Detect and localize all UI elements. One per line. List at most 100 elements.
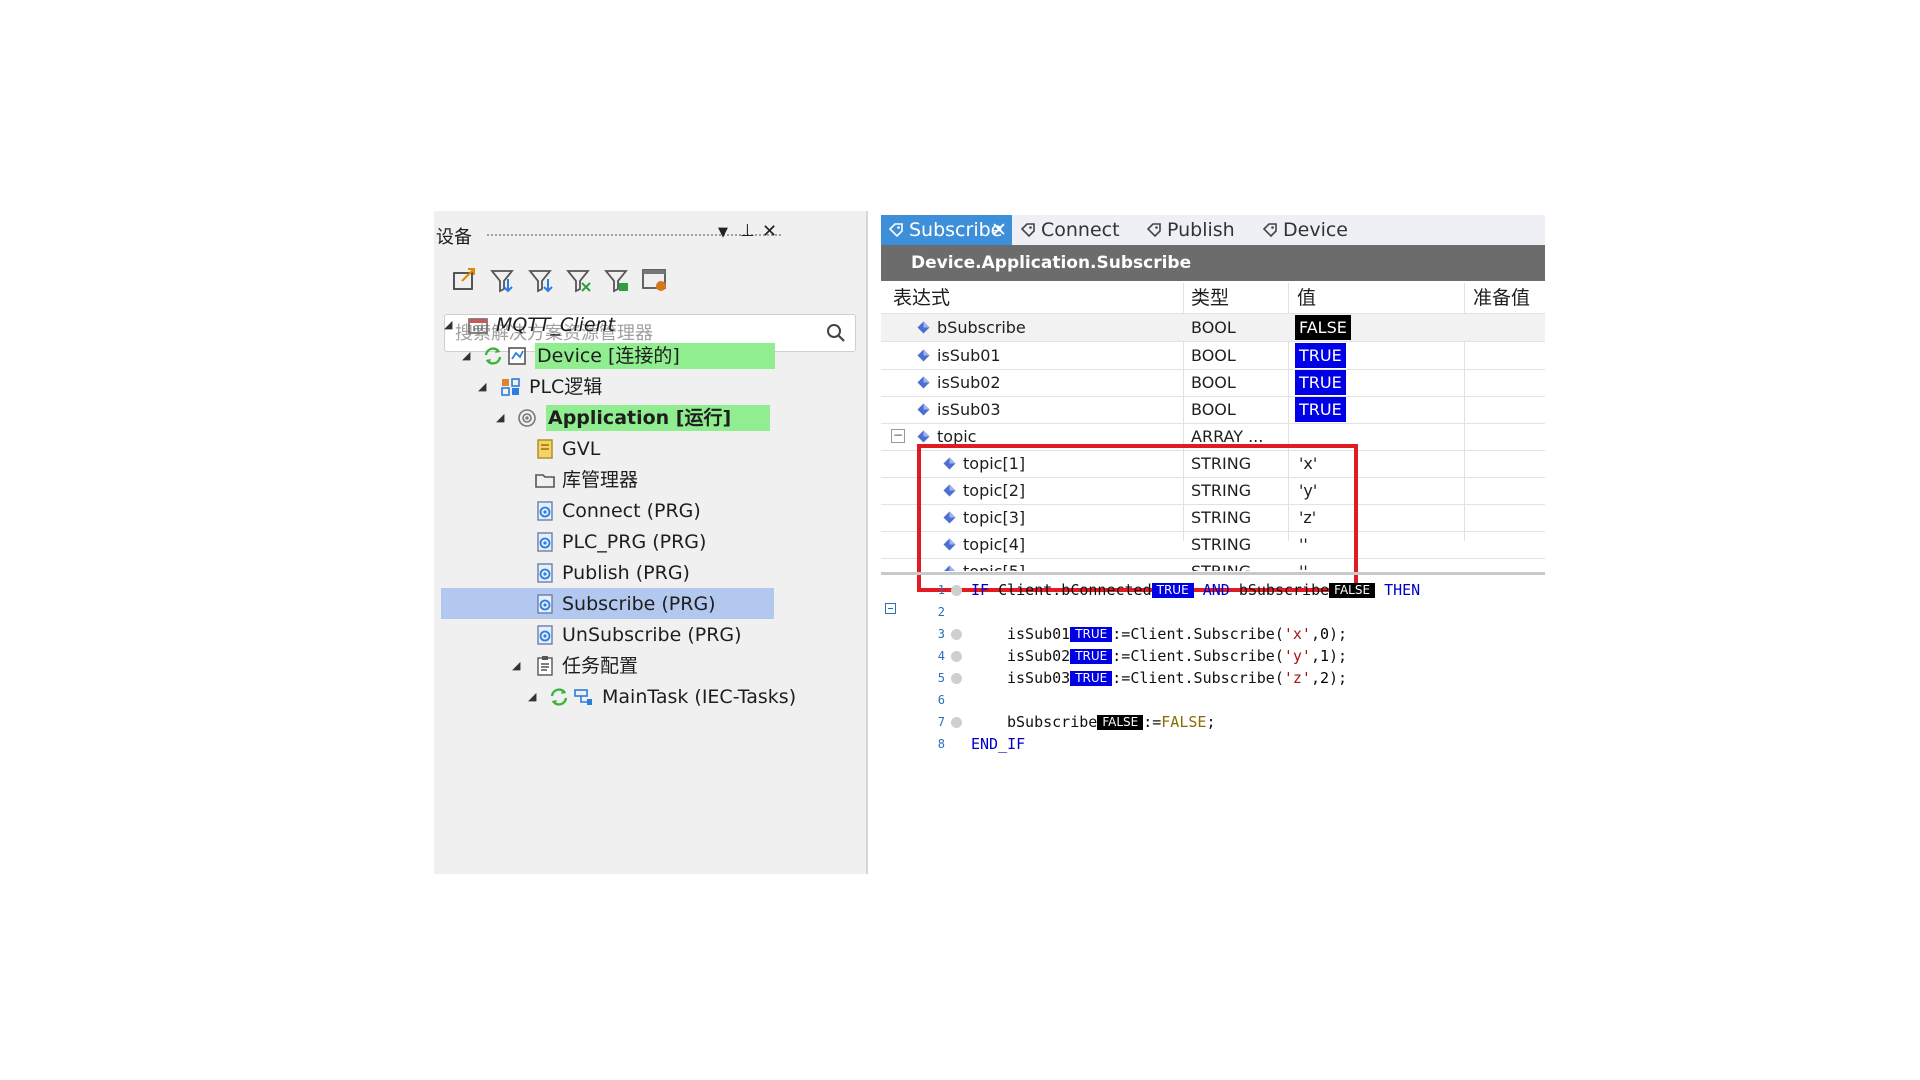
filter-clear-icon[interactable] xyxy=(562,263,596,297)
col-header-prepared[interactable]: 准备值 xyxy=(1473,283,1530,313)
code-line[interactable]: 3 isSub01 TRUE:=Client.Subscribe('x',0); xyxy=(881,623,1545,645)
variable-icon xyxy=(917,376,930,389)
expand-triangle-icon[interactable]: ◢ xyxy=(462,341,470,371)
watch-name: isSub01 xyxy=(937,346,1001,365)
expand-triangle-icon[interactable]: ◢ xyxy=(512,651,520,681)
code-line[interactable]: 2 xyxy=(881,601,1545,623)
code-line[interactable]: 5 isSub03 TRUE:=Client.Subscribe('z',2); xyxy=(881,667,1545,689)
watch-name: bSubscribe xyxy=(937,318,1026,337)
breakpoint-marker[interactable] xyxy=(951,651,962,662)
line-number: 2 xyxy=(937,605,945,619)
gvl-icon xyxy=(537,439,553,459)
filter-apply-icon[interactable] xyxy=(600,263,634,297)
code-line[interactable]: 6 xyxy=(881,689,1545,711)
variable-icon xyxy=(917,430,930,443)
program-icon xyxy=(537,532,553,552)
filter-sort-icon[interactable] xyxy=(486,263,520,297)
watch-row[interactable]: isSub02 BOOL TRUE xyxy=(881,369,1545,397)
code-number: 1 xyxy=(1319,647,1330,665)
watch-value-true: TRUE xyxy=(1295,343,1346,368)
breakpoint-marker[interactable] xyxy=(951,673,962,684)
line-number: 8 xyxy=(937,737,945,751)
device-settings-icon[interactable] xyxy=(638,263,672,297)
plc-logic-icon xyxy=(501,378,520,396)
devices-panel-title: 设备 xyxy=(436,227,472,248)
filter-down-icon[interactable] xyxy=(524,263,558,297)
code-string: 'x' xyxy=(1283,625,1311,643)
code-ident: bSubscribe xyxy=(1007,713,1098,731)
expand-triangle-icon[interactable]: ◢ xyxy=(528,682,536,712)
devices-panel: 设备 ▼ ⊥ ✕ 搜索解决方案资源管理器 ◢ MQTT_Client ◢ Dev… xyxy=(434,211,868,874)
tree-label-plc-logic: PLC逻辑 xyxy=(529,376,603,398)
expand-triangle-icon[interactable]: ◢ xyxy=(496,403,504,433)
pin-icon[interactable]: ⊥ xyxy=(740,221,755,241)
kw-then: THEN xyxy=(1384,581,1421,599)
code-punct: , xyxy=(1310,647,1320,665)
breakpoint-marker[interactable] xyxy=(951,629,962,640)
tab-subscribe[interactable]: Subscribe ✕ xyxy=(881,215,1012,245)
code-line[interactable]: 4 isSub02 TRUE:=Client.Subscribe('y',1); xyxy=(881,645,1545,667)
watch-type: BOOL xyxy=(1191,373,1236,392)
tree-label-library-manager: 库管理器 xyxy=(562,469,639,491)
watch-row[interactable]: isSub03 BOOL TRUE xyxy=(881,396,1545,424)
code-ident: Client.bConnected xyxy=(998,581,1152,599)
variable-icon xyxy=(917,403,930,416)
watch-type: BOOL xyxy=(1191,400,1236,419)
collapse-toggle-icon[interactable]: − xyxy=(891,429,905,443)
line-number: 3 xyxy=(937,627,945,641)
close-panel-icon[interactable]: ✕ xyxy=(762,221,777,242)
close-tab-icon[interactable]: ✕ xyxy=(991,215,1007,245)
code-text: IF Client.bConnected TRUE AND bSubscribe F… xyxy=(971,579,1420,601)
tree-label-subscribe: Subscribe (PRG) xyxy=(562,593,716,615)
tree-label-device: Device [连接的] xyxy=(535,343,775,369)
code-ident: isSub03 xyxy=(1007,669,1071,687)
device-icon xyxy=(508,347,526,365)
devices-panel-header: 设备 ▼ ⊥ ✕ xyxy=(434,221,866,248)
line-number: 4 xyxy=(937,649,945,663)
editor-splitter[interactable] xyxy=(881,572,1545,575)
code-editor[interactable]: 1 IF Client.bConnected TRUE AND bSubscrib… xyxy=(881,579,1545,874)
program-icon xyxy=(537,625,553,645)
code-text: bSubscribe FALSE:=FALSE; xyxy=(1007,711,1215,733)
watch-row[interactable]: isSub01 BOOL TRUE xyxy=(881,342,1545,370)
code-punct: ); xyxy=(1329,669,1348,687)
tab-connect[interactable]: Connect xyxy=(1021,215,1120,245)
breakpoint-marker[interactable] xyxy=(951,717,962,728)
code-literal: FALSE xyxy=(1161,713,1207,731)
code-punct: := xyxy=(1143,713,1162,731)
tab-publish[interactable]: Publish xyxy=(1147,215,1235,245)
codesys-window: 设备 ▼ ⊥ ✕ 搜索解决方案资源管理器 ◢ MQTT_Client ◢ Dev… xyxy=(434,211,1545,874)
code-text: isSub03 TRUE:=Client.Subscribe('z',2); xyxy=(1007,667,1347,689)
kw-end-if: END_IF xyxy=(971,735,1026,753)
code-punct: ); xyxy=(1329,625,1348,643)
expand-triangle-icon[interactable]: ◢ xyxy=(444,310,452,340)
panel-grip[interactable] xyxy=(486,233,781,237)
tree-label-main-task: MainTask (IEC-Tasks) xyxy=(602,686,797,708)
tab-subscribe-label: Subscribe xyxy=(909,219,1003,241)
code-string: 'y' xyxy=(1283,647,1311,665)
expand-triangle-icon[interactable]: ◢ xyxy=(478,372,486,402)
breakpoint-marker[interactable] xyxy=(951,585,962,596)
code-line[interactable]: 8 END_IF xyxy=(881,733,1545,755)
editor-tabs: Subscribe ✕ Connect Publish Device xyxy=(881,215,1545,245)
watch-type: BOOL xyxy=(1191,318,1236,337)
inline-value-true: TRUE xyxy=(1070,627,1113,642)
line-number: 1 xyxy=(937,583,945,597)
col-header-expression[interactable]: 表达式 xyxy=(893,283,950,313)
tab-device[interactable]: Device xyxy=(1263,215,1348,245)
watch-row[interactable]: bSubscribe BOOL FALSE xyxy=(881,314,1545,342)
highlight-annotation-box xyxy=(917,444,1358,592)
program-icon xyxy=(537,563,553,583)
inline-value-false: FALSE xyxy=(1329,583,1376,598)
tree-label-project: MQTT_Client xyxy=(496,314,616,336)
code-call: :=Client.Subscribe( xyxy=(1112,625,1284,643)
code-line[interactable]: 1 IF Client.bConnected TRUE AND bSubscrib… xyxy=(881,579,1545,601)
col-header-value[interactable]: 值 xyxy=(1297,283,1316,313)
inline-value-true: TRUE xyxy=(1070,671,1113,686)
panel-menu-icon[interactable]: ▼ xyxy=(718,221,728,245)
code-ident: bSubscribe xyxy=(1238,581,1330,599)
code-line[interactable]: 7 bSubscribe FALSE:=FALSE; xyxy=(881,711,1545,733)
export-icon[interactable] xyxy=(448,263,482,297)
col-header-type[interactable]: 类型 xyxy=(1191,283,1229,313)
tab-publish-label: Publish xyxy=(1167,219,1235,241)
